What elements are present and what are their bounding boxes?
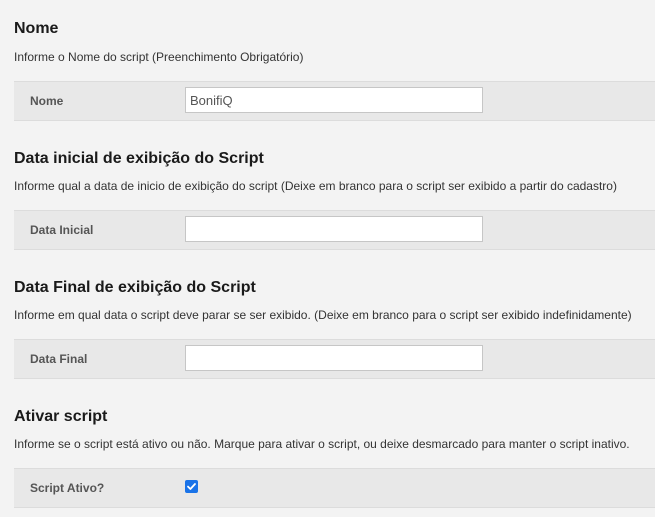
section-title: Ativar script [14,408,108,425]
data-inicial-input[interactable] [185,216,483,242]
field-label: Script Ativo? [30,481,105,495]
section-nome: Nome Informe o Nome do script (Preenchim… [14,0,655,125]
section-ativar-script: Ativar script Informe se o script está a… [14,387,655,517]
section-title: Nome [14,20,59,37]
section-title: Data inicial de exibição do Script [14,150,264,167]
field-label: Nome [30,94,64,108]
section-title: Data Final de exibição do Script [14,279,256,296]
field-label: Data Inicial [30,223,94,237]
script-form: Nome Informe o Nome do script (Preenchim… [0,0,655,517]
field-row-data-inicial: Data Inicial [14,210,655,250]
nome-input[interactable] [185,87,483,113]
field-row-script-ativo: Script Ativo? [14,468,655,508]
script-ativo-checkbox[interactable] [185,480,198,493]
section-description: Informe qual a data de inicio de exibiçã… [14,179,617,193]
section-data-final: Data Final de exibição do Script Informe… [14,258,655,383]
section-description: Informe em qual data o script deve parar… [14,308,632,322]
field-label: Data Final [30,352,88,366]
data-final-input[interactable] [185,345,483,371]
section-description: Informe se o script está ativo ou não. M… [14,437,630,451]
checkmark-icon [187,483,196,490]
field-row-nome: Nome [14,81,655,121]
section-description: Informe o Nome do script (Preenchimento … [14,50,304,64]
section-data-inicial: Data inicial de exibição do Script Infor… [14,129,655,254]
field-row-data-final: Data Final [14,339,655,379]
